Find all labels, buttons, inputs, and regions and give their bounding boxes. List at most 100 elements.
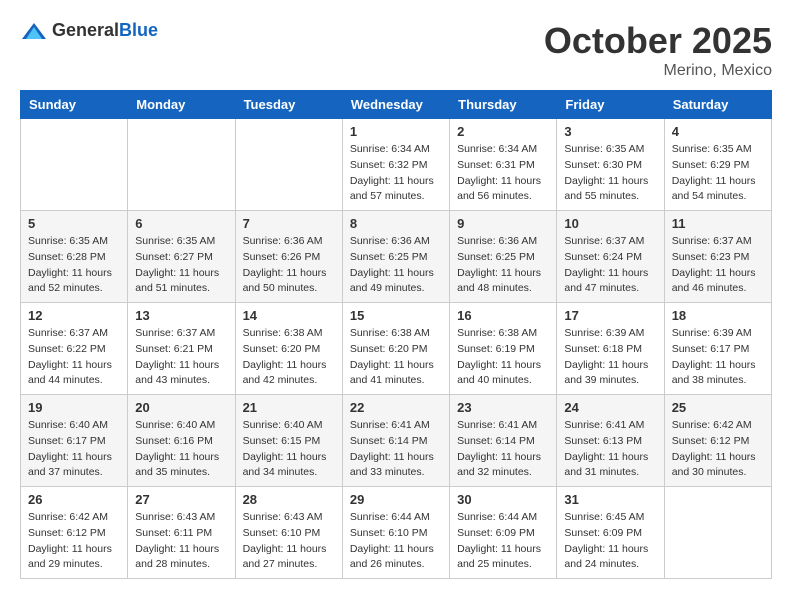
day-info: Sunrise: 6:42 AMSunset: 6:12 PMDaylight:…	[672, 418, 764, 481]
day-cell: 10 Sunrise: 6:37 AMSunset: 6:24 PMDayligh…	[557, 211, 664, 303]
day-number: 17	[564, 308, 656, 323]
day-number: 23	[457, 400, 549, 415]
day-cell	[21, 119, 128, 211]
day-cell: 18 Sunrise: 6:39 AMSunset: 6:17 PMDayligh…	[664, 303, 771, 395]
day-number: 5	[28, 216, 120, 231]
day-number: 1	[350, 124, 442, 139]
day-number: 12	[28, 308, 120, 323]
day-number: 2	[457, 124, 549, 139]
day-cell: 5 Sunrise: 6:35 AMSunset: 6:28 PMDaylight…	[21, 211, 128, 303]
title-area: October 2025 Merino, Mexico	[544, 20, 772, 80]
day-cell: 13 Sunrise: 6:37 AMSunset: 6:21 PMDayligh…	[128, 303, 235, 395]
day-info: Sunrise: 6:41 AMSunset: 6:14 PMDaylight:…	[350, 418, 442, 481]
day-number: 21	[243, 400, 335, 415]
day-info: Sunrise: 6:44 AMSunset: 6:09 PMDaylight:…	[457, 510, 549, 573]
day-number: 30	[457, 492, 549, 507]
day-number: 10	[564, 216, 656, 231]
day-info: Sunrise: 6:36 AMSunset: 6:25 PMDaylight:…	[457, 234, 549, 297]
day-number: 20	[135, 400, 227, 415]
day-cell: 17 Sunrise: 6:39 AMSunset: 6:18 PMDayligh…	[557, 303, 664, 395]
day-info: Sunrise: 6:42 AMSunset: 6:12 PMDaylight:…	[28, 510, 120, 573]
day-info: Sunrise: 6:35 AMSunset: 6:30 PMDaylight:…	[564, 142, 656, 205]
day-header-friday: Friday	[557, 91, 664, 119]
day-info: Sunrise: 6:38 AMSunset: 6:20 PMDaylight:…	[350, 326, 442, 389]
day-info: Sunrise: 6:37 AMSunset: 6:24 PMDaylight:…	[564, 234, 656, 297]
day-cell	[235, 119, 342, 211]
day-header-thursday: Thursday	[450, 91, 557, 119]
day-cell: 30 Sunrise: 6:44 AMSunset: 6:09 PMDayligh…	[450, 487, 557, 579]
page-header: GeneralBlue October 2025 Merino, Mexico	[20, 20, 772, 80]
day-info: Sunrise: 6:37 AMSunset: 6:21 PMDaylight:…	[135, 326, 227, 389]
day-header-wednesday: Wednesday	[342, 91, 449, 119]
day-cell: 15 Sunrise: 6:38 AMSunset: 6:20 PMDayligh…	[342, 303, 449, 395]
day-header-tuesday: Tuesday	[235, 91, 342, 119]
day-info: Sunrise: 6:41 AMSunset: 6:13 PMDaylight:…	[564, 418, 656, 481]
day-number: 8	[350, 216, 442, 231]
week-row-5: 26Sunrise: 6:42 AMSunset: 6:12 PMDayligh…	[21, 487, 772, 579]
day-cell: 21Sunrise: 6:40 AMSunset: 6:15 PMDayligh…	[235, 395, 342, 487]
day-number: 15	[350, 308, 442, 323]
day-cell: 14Sunrise: 6:38 AMSunset: 6:20 PMDayligh…	[235, 303, 342, 395]
day-header-sunday: Sunday	[21, 91, 128, 119]
day-number: 4	[672, 124, 764, 139]
day-number: 19	[28, 400, 120, 415]
days-header-row: SundayMondayTuesdayWednesdayThursdayFrid…	[21, 91, 772, 119]
day-cell: 23 Sunrise: 6:41 AMSunset: 6:14 PMDayligh…	[450, 395, 557, 487]
logo-icon	[20, 21, 48, 41]
day-cell: 11Sunrise: 6:37 AMSunset: 6:23 PMDayligh…	[664, 211, 771, 303]
day-cell: 16Sunrise: 6:38 AMSunset: 6:19 PMDayligh…	[450, 303, 557, 395]
day-info: Sunrise: 6:43 AMSunset: 6:11 PMDaylight:…	[135, 510, 227, 573]
calendar-table: SundayMondayTuesdayWednesdayThursdayFrid…	[20, 90, 772, 579]
month-title: October 2025	[544, 20, 772, 62]
day-info: Sunrise: 6:43 AMSunset: 6:10 PMDaylight:…	[243, 510, 335, 573]
day-number: 24	[564, 400, 656, 415]
day-number: 31	[564, 492, 656, 507]
day-info: Sunrise: 6:45 AMSunset: 6:09 PMDaylight:…	[564, 510, 656, 573]
day-cell: 22Sunrise: 6:41 AMSunset: 6:14 PMDayligh…	[342, 395, 449, 487]
logo: GeneralBlue	[20, 20, 158, 41]
day-header-saturday: Saturday	[664, 91, 771, 119]
day-info: Sunrise: 6:35 AMSunset: 6:29 PMDaylight:…	[672, 142, 764, 205]
week-row-1: 1 Sunrise: 6:34 AMSunset: 6:32 PMDaylight…	[21, 119, 772, 211]
day-header-monday: Monday	[128, 91, 235, 119]
day-cell: 8 Sunrise: 6:36 AMSunset: 6:25 PMDaylight…	[342, 211, 449, 303]
day-number: 27	[135, 492, 227, 507]
day-number: 25	[672, 400, 764, 415]
day-info: Sunrise: 6:39 AMSunset: 6:17 PMDaylight:…	[672, 326, 764, 389]
location-title: Merino, Mexico	[544, 62, 772, 80]
day-info: Sunrise: 6:44 AMSunset: 6:10 PMDaylight:…	[350, 510, 442, 573]
day-cell	[128, 119, 235, 211]
day-cell: 3 Sunrise: 6:35 AMSunset: 6:30 PMDaylight…	[557, 119, 664, 211]
day-cell: 20 Sunrise: 6:40 AMSunset: 6:16 PMDayligh…	[128, 395, 235, 487]
day-info: Sunrise: 6:40 AMSunset: 6:16 PMDaylight:…	[135, 418, 227, 481]
day-number: 18	[672, 308, 764, 323]
day-info: Sunrise: 6:36 AMSunset: 6:25 PMDaylight:…	[350, 234, 442, 297]
day-number: 29	[350, 492, 442, 507]
day-number: 7	[243, 216, 335, 231]
day-cell: 25 Sunrise: 6:42 AMSunset: 6:12 PMDayligh…	[664, 395, 771, 487]
day-info: Sunrise: 6:40 AMSunset: 6:17 PMDaylight:…	[28, 418, 120, 481]
day-cell: 29 Sunrise: 6:44 AMSunset: 6:10 PMDayligh…	[342, 487, 449, 579]
day-number: 13	[135, 308, 227, 323]
day-info: Sunrise: 6:39 AMSunset: 6:18 PMDaylight:…	[564, 326, 656, 389]
day-number: 9	[457, 216, 549, 231]
day-info: Sunrise: 6:37 AMSunset: 6:22 PMDaylight:…	[28, 326, 120, 389]
day-number: 16	[457, 308, 549, 323]
week-row-4: 19 Sunrise: 6:40 AMSunset: 6:17 PMDayligh…	[21, 395, 772, 487]
day-number: 11	[672, 216, 764, 231]
day-cell: 12 Sunrise: 6:37 AMSunset: 6:22 PMDayligh…	[21, 303, 128, 395]
day-number: 14	[243, 308, 335, 323]
day-info: Sunrise: 6:35 AMSunset: 6:28 PMDaylight:…	[28, 234, 120, 297]
day-cell: 4 Sunrise: 6:35 AMSunset: 6:29 PMDaylight…	[664, 119, 771, 211]
day-cell	[664, 487, 771, 579]
day-info: Sunrise: 6:41 AMSunset: 6:14 PMDaylight:…	[457, 418, 549, 481]
day-info: Sunrise: 6:35 AMSunset: 6:27 PMDaylight:…	[135, 234, 227, 297]
day-info: Sunrise: 6:34 AMSunset: 6:31 PMDaylight:…	[457, 142, 549, 205]
day-number: 3	[564, 124, 656, 139]
day-cell: 9 Sunrise: 6:36 AMSunset: 6:25 PMDaylight…	[450, 211, 557, 303]
day-info: Sunrise: 6:34 AMSunset: 6:32 PMDaylight:…	[350, 142, 442, 205]
week-row-2: 5 Sunrise: 6:35 AMSunset: 6:28 PMDaylight…	[21, 211, 772, 303]
day-cell: 1 Sunrise: 6:34 AMSunset: 6:32 PMDaylight…	[342, 119, 449, 211]
day-info: Sunrise: 6:36 AMSunset: 6:26 PMDaylight:…	[243, 234, 335, 297]
day-cell: 6Sunrise: 6:35 AMSunset: 6:27 PMDaylight…	[128, 211, 235, 303]
